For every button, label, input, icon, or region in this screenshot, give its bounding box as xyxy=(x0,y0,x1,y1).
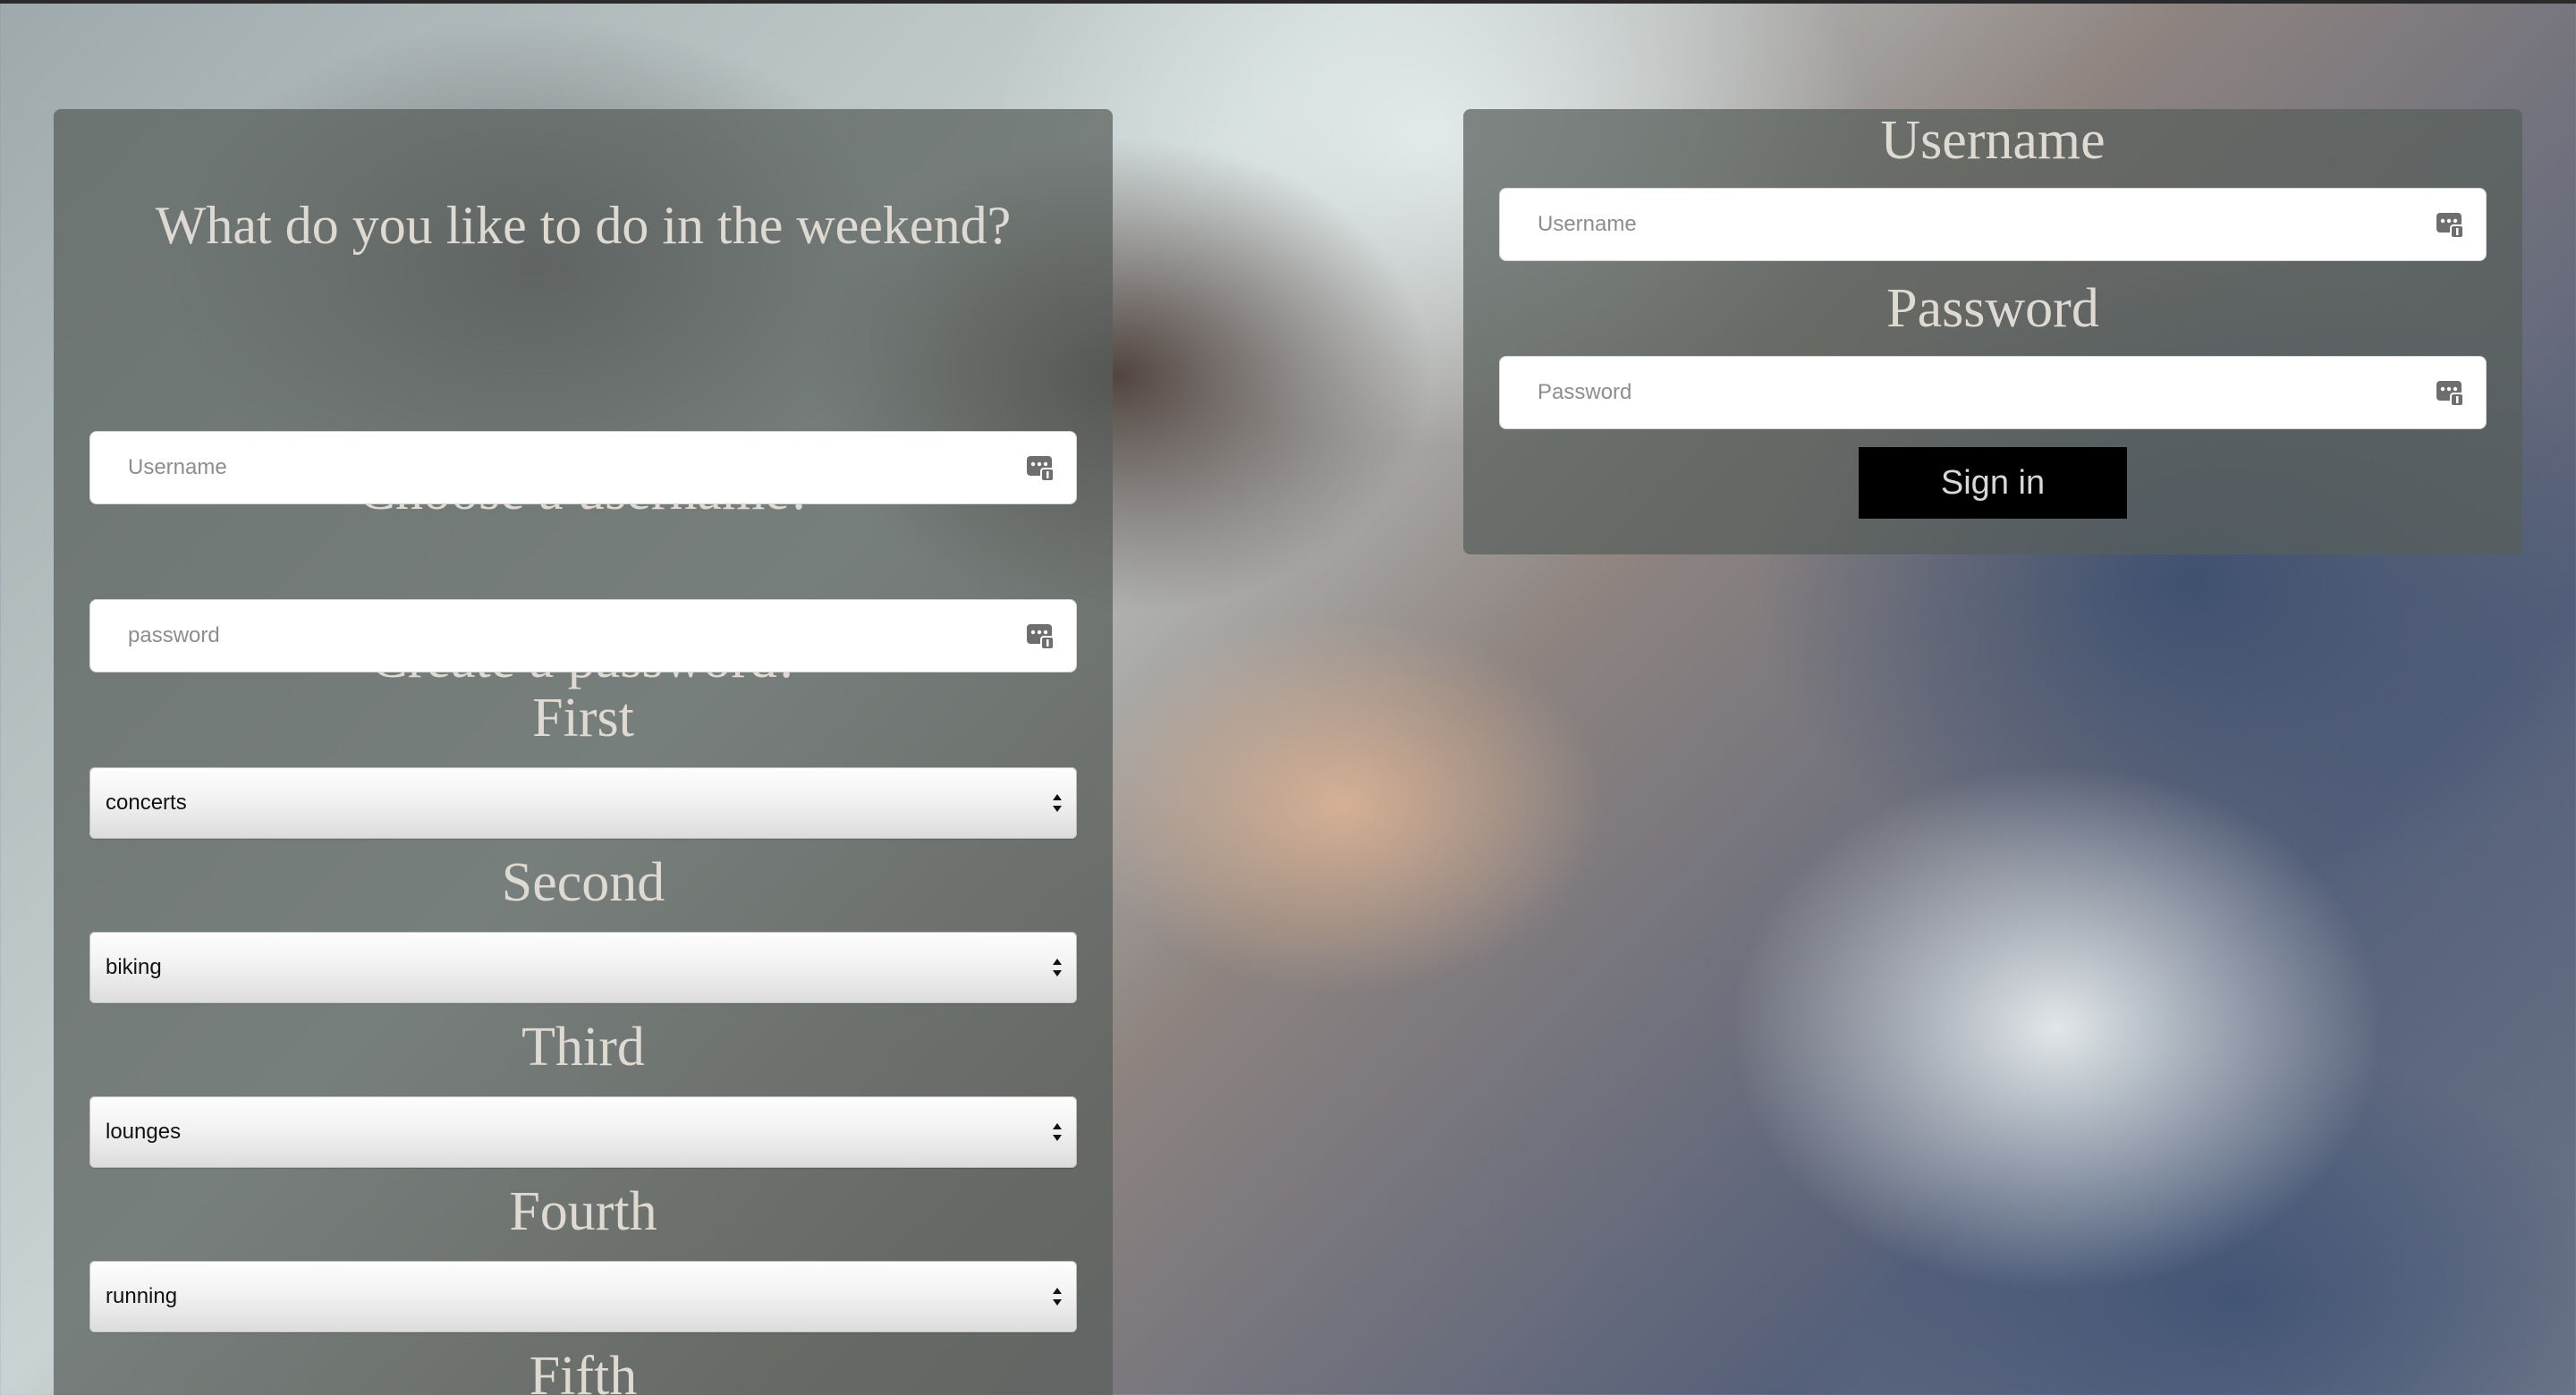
signin-password-label: Password xyxy=(1886,278,2099,339)
first-choice-label: First xyxy=(532,688,634,748)
third-choice-select[interactable]: lounges xyxy=(89,1096,1077,1168)
select-arrows-icon xyxy=(1053,1123,1062,1141)
top-border xyxy=(0,0,2576,4)
signin-password-input[interactable] xyxy=(1499,356,2487,429)
key-autofill-icon[interactable] xyxy=(2435,377,2465,408)
key-autofill-icon[interactable] xyxy=(2435,209,2465,240)
fourth-choice-label: Fourth xyxy=(509,1181,657,1242)
signup-panel: What do you like to do in the weekend? C… xyxy=(54,109,1113,1395)
signin-username-input[interactable] xyxy=(1499,188,2487,261)
sign-in-button[interactable]: Sign in xyxy=(1859,447,2127,519)
weekend-question-heading: What do you like to do in the weekend? xyxy=(155,196,1012,255)
first-choice-value: concerts xyxy=(106,790,187,815)
third-choice-value: lounges xyxy=(106,1120,182,1144)
fourth-choice-select[interactable]: running xyxy=(89,1261,1077,1332)
first-choice-select[interactable]: concerts xyxy=(89,767,1077,839)
key-autofill-icon[interactable] xyxy=(1025,452,1055,483)
second-choice-select[interactable]: biking xyxy=(89,932,1077,1003)
select-arrows-icon xyxy=(1053,959,1062,976)
select-arrows-icon xyxy=(1053,794,1062,812)
second-choice-label: Second xyxy=(501,852,665,913)
signin-panel: Username Password Sign in xyxy=(1463,109,2522,554)
fourth-choice-value: running xyxy=(106,1284,178,1308)
key-autofill-icon[interactable] xyxy=(1025,621,1055,651)
fifth-choice-label: Fifth xyxy=(529,1346,638,1395)
signup-username-input[interactable] xyxy=(89,431,1077,504)
signup-password-input[interactable] xyxy=(89,599,1077,672)
second-choice-value: biking xyxy=(106,955,162,979)
signin-username-label: Username xyxy=(1880,110,2106,171)
select-arrows-icon xyxy=(1053,1288,1062,1306)
third-choice-label: Third xyxy=(521,1017,645,1078)
